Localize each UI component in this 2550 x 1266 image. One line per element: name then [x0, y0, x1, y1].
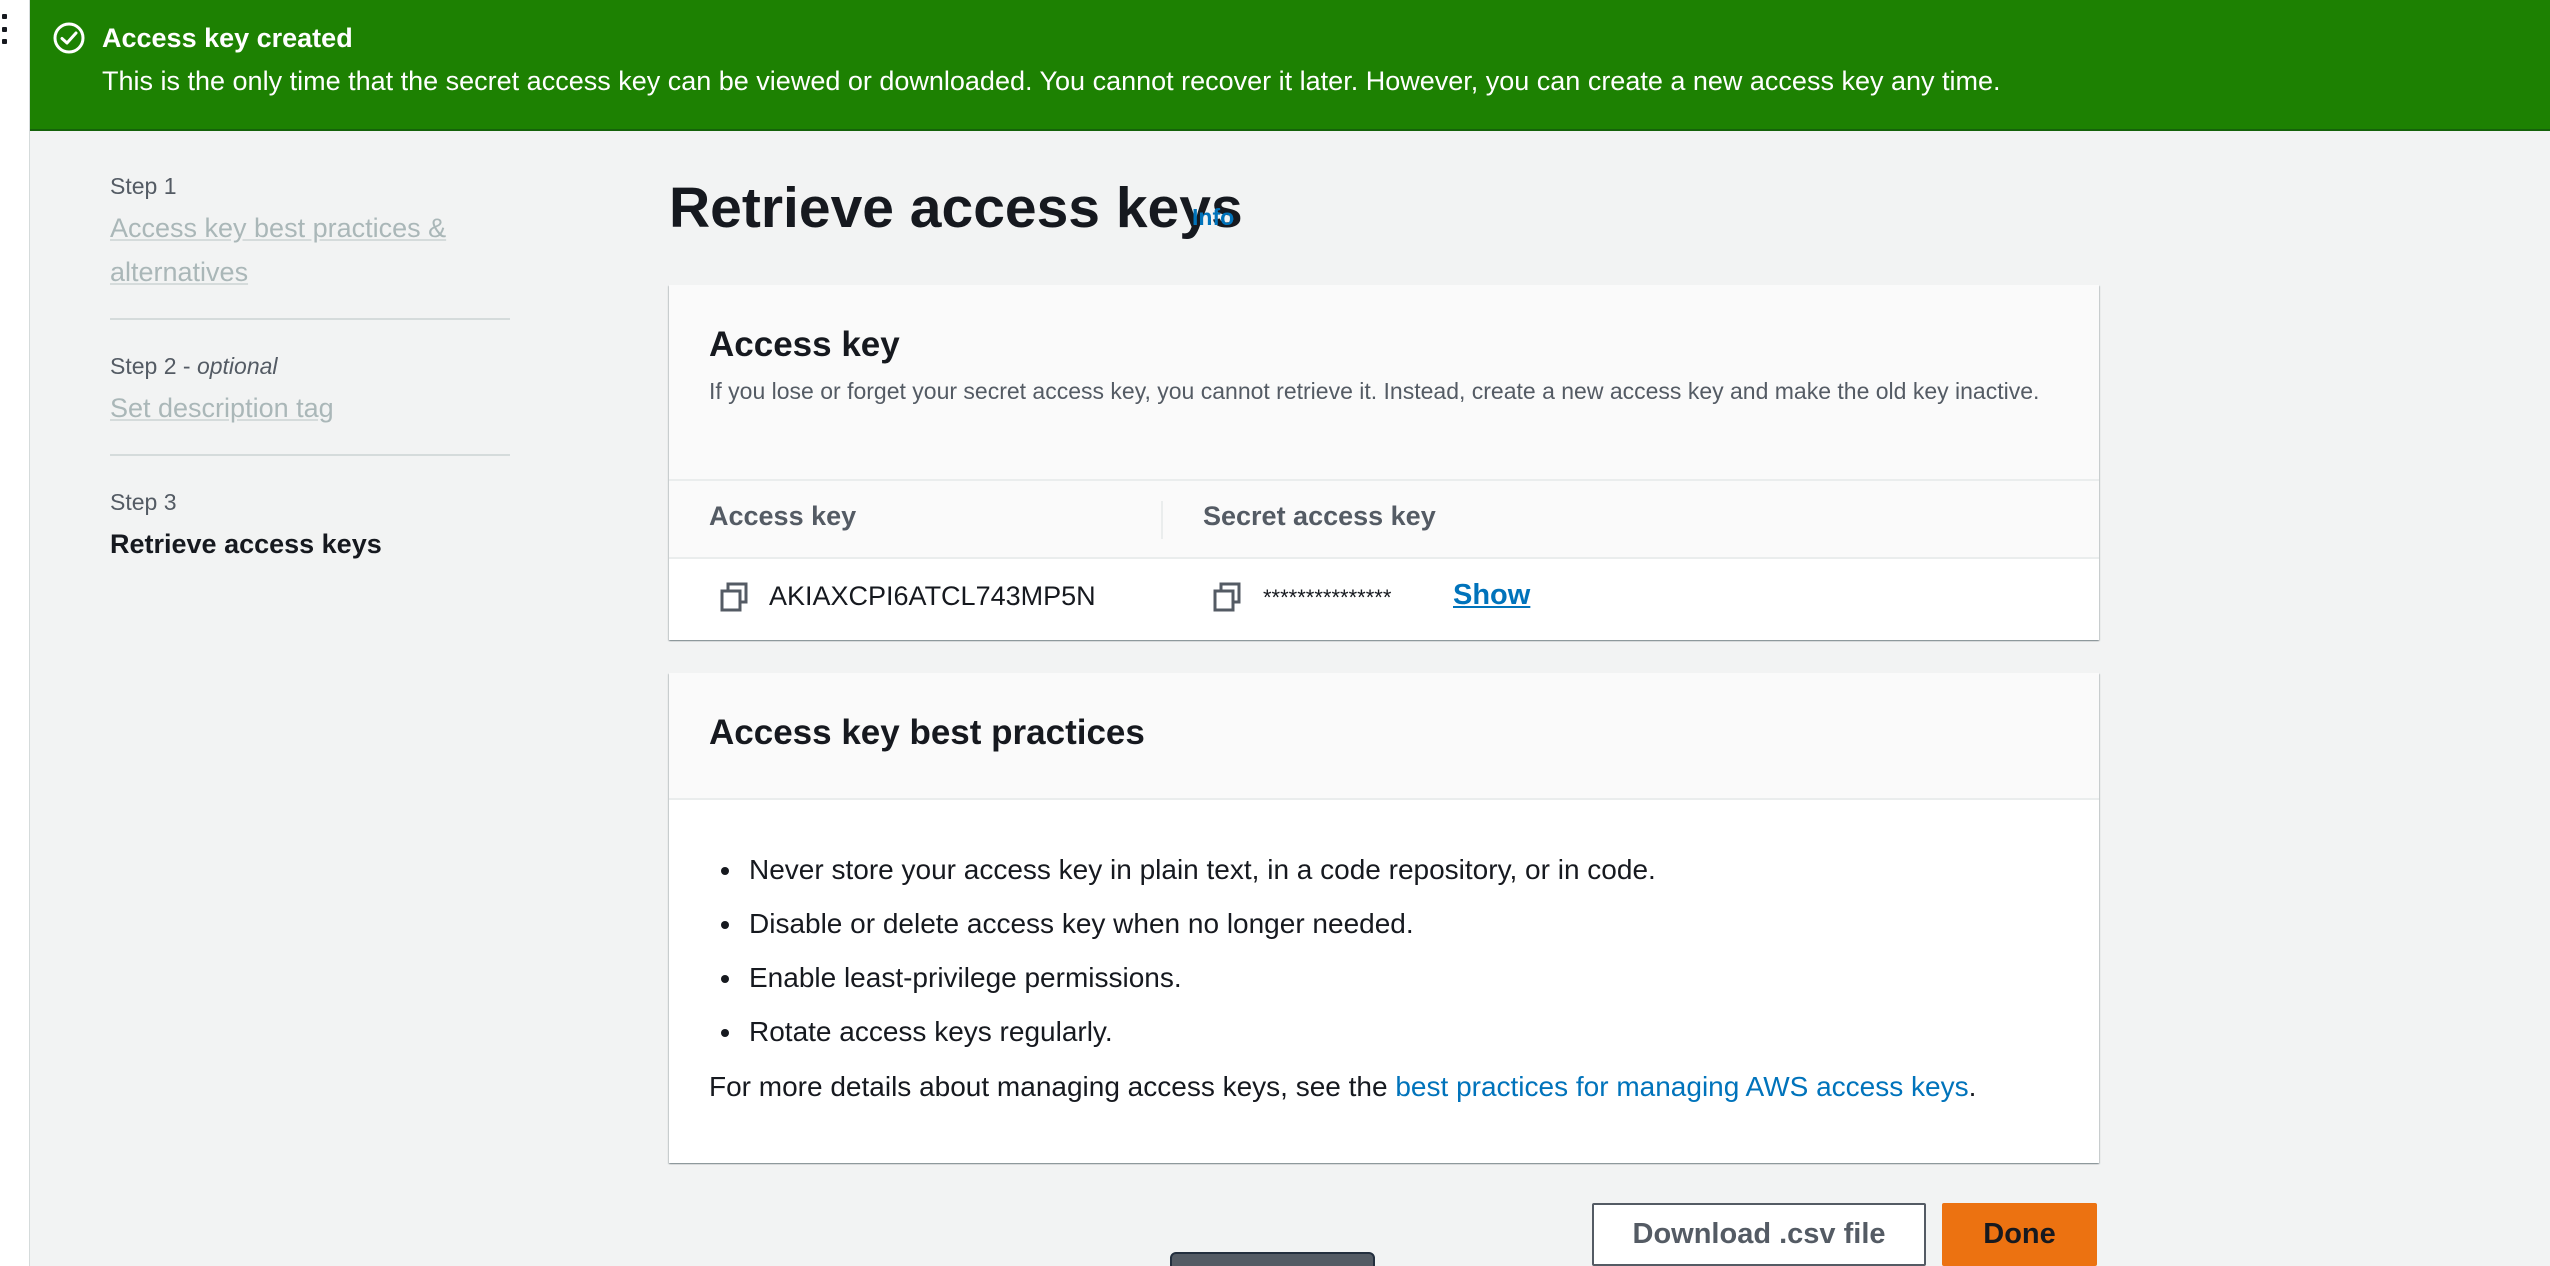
check-circle-icon — [53, 22, 85, 54]
step-divider — [110, 318, 510, 320]
table-row: AKIAXCPI6ATCL743MP5N *************** Sho… — [669, 559, 2099, 639]
step-1: Step 1 Access key best practices & alter… — [110, 170, 510, 294]
flash-message: This is the only time that the secret ac… — [102, 66, 2001, 96]
list-item: Rotate access keys regularly. — [709, 1005, 1656, 1059]
best-practices-panel-title: Access key best practices — [709, 713, 1145, 752]
list-item: Disable or delete access key when no lon… — [709, 897, 1656, 951]
best-practices-list: Never store your access key in plain tex… — [709, 843, 1656, 1059]
step-3-current: Retrieve access keys — [110, 529, 382, 559]
secret-access-key-masked: *************** — [1263, 585, 1392, 610]
step-1-label: Step 1 — [110, 173, 177, 199]
menu-icon[interactable] — [2, 14, 8, 44]
step-2-optional: optional — [196, 353, 278, 379]
access-key-panel: Access key If you lose or forget your se… — [669, 285, 2099, 640]
step-2-label: Step 2 - optional — [110, 353, 278, 379]
download-csv-button[interactable]: Download .csv file — [1592, 1203, 1926, 1266]
step-3: Step 3 Retrieve access keys — [110, 486, 510, 566]
table-header: Access key Secret access key — [669, 481, 2099, 559]
list-item: Never store your access key in plain tex… — [709, 843, 1656, 897]
done-button[interactable]: Done — [1942, 1203, 2097, 1266]
step-3-label: Step 3 — [110, 489, 177, 515]
access-key-value: AKIAXCPI6ATCL743MP5N — [769, 581, 1096, 611]
show-secret-link[interactable]: Show — [1453, 579, 1530, 612]
column-header-secret-access-key: Secret access key — [1203, 501, 1436, 531]
flash-success-banner: Access key created This is the only time… — [30, 0, 2550, 131]
copy-icon[interactable] — [1212, 581, 1242, 613]
best-practices-panel: Access key best practices Never store yo… — [669, 673, 2099, 1163]
flash-title: Access key created — [102, 23, 353, 53]
scroll-handle[interactable] — [1170, 1252, 1375, 1266]
access-key-panel-description: If you lose or forget your secret access… — [709, 378, 2040, 404]
best-practices-panel-header: Access key best practices — [669, 673, 2099, 800]
info-link[interactable]: Info — [1192, 204, 1234, 231]
best-practices-more-info: For more details about managing access k… — [709, 1071, 1977, 1102]
list-item: Enable least-privilege permissions. — [709, 951, 1656, 1005]
step-1-link[interactable]: Access key best practices & alternatives — [110, 206, 490, 294]
step-divider — [110, 454, 510, 456]
column-divider — [1161, 501, 1163, 539]
page-title: Retrieve access keys — [669, 176, 1243, 240]
step-2: Step 2 - optional Set description tag — [110, 350, 510, 430]
wizard-steps: Step 1 Access key best practices & alter… — [110, 170, 510, 566]
column-header-access-key: Access key — [709, 501, 857, 531]
step-2-link[interactable]: Set description tag — [110, 386, 510, 430]
access-key-panel-header: Access key If you lose or forget your se… — [669, 285, 2099, 481]
best-practices-link[interactable]: best practices for managing AWS access k… — [1395, 1071, 1968, 1102]
access-key-panel-title: Access key — [709, 325, 900, 364]
copy-icon[interactable] — [719, 581, 749, 613]
side-navigation-rail — [0, 0, 30, 1266]
